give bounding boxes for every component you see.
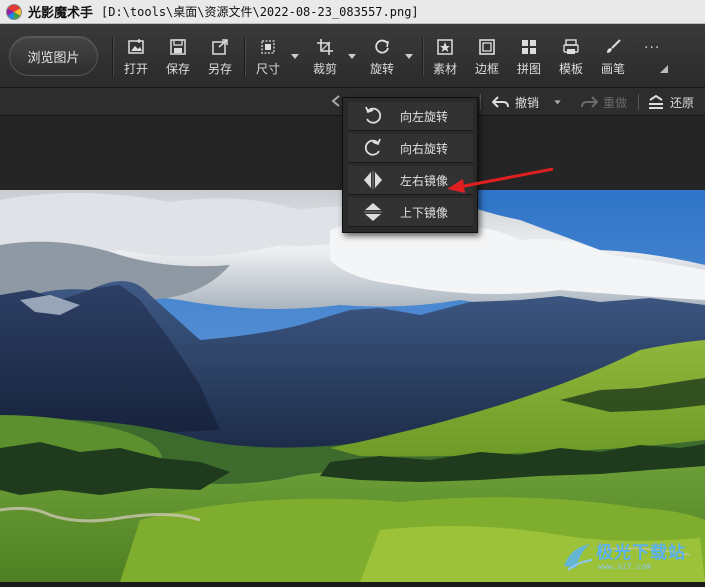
watermark: 极光下载站 www.xz7.com xyxy=(560,536,705,582)
chevron-left-icon[interactable] xyxy=(331,95,341,107)
toolbar-divider xyxy=(422,38,423,76)
undo-label: 撤销 xyxy=(515,95,540,110)
watermark-url: www.xz7.com xyxy=(598,562,651,571)
flip-horizontal-icon xyxy=(364,171,382,189)
flip-vertical-icon xyxy=(364,203,382,221)
crop-label: 裁剪 xyxy=(312,62,337,76)
restore-label: 还原 xyxy=(670,95,695,110)
collage-label: 拼图 xyxy=(516,62,541,76)
browse-images-button[interactable]: 浏览图片 xyxy=(9,36,98,76)
resize-button[interactable]: 尺寸 xyxy=(250,34,286,80)
save-label: 保存 xyxy=(165,62,190,76)
crop-dropdown-arrow-icon[interactable] xyxy=(347,51,357,61)
undo-dropdown-arrow-icon[interactable] xyxy=(553,98,562,106)
rotate-dropdown-arrow-icon[interactable] xyxy=(404,51,414,61)
watermark-logo-icon xyxy=(564,544,593,571)
save-button[interactable]: 保存 xyxy=(160,34,196,80)
material-button[interactable]: 素材 xyxy=(427,34,463,80)
border-button[interactable]: 边框 xyxy=(469,34,505,80)
restore-button[interactable]: 还原 xyxy=(647,93,694,111)
template-label: 模板 xyxy=(558,62,583,76)
expand-corner-icon[interactable] xyxy=(659,64,669,74)
open-button[interactable]: 打开 xyxy=(118,34,154,80)
undo-icon xyxy=(492,96,509,108)
app-logo-icon xyxy=(6,3,22,20)
template-icon xyxy=(563,39,579,54)
watermark-text: 极光下载站 xyxy=(596,543,686,563)
save-as-icon xyxy=(212,39,228,55)
crop-button[interactable]: 裁剪 xyxy=(307,34,343,80)
menu-item-rotate-right[interactable]: 向右旋转 xyxy=(348,134,473,163)
menu-item-label: 上下镜像 xyxy=(400,205,449,220)
rotate-label: 旋转 xyxy=(369,62,394,76)
menu-item-label: 向左旋转 xyxy=(400,109,449,124)
photo-canvas[interactable] xyxy=(0,190,705,582)
open-image-icon xyxy=(128,39,144,54)
landscape-photo xyxy=(0,190,705,582)
save-as-button[interactable]: 另存 xyxy=(202,34,238,80)
brush-label: 画笔 xyxy=(600,62,625,76)
collage-icon xyxy=(522,40,536,54)
toolbar-divider xyxy=(244,38,245,76)
resize-icon xyxy=(261,40,275,54)
resize-dropdown-arrow-icon[interactable] xyxy=(290,51,300,61)
open-label: 打开 xyxy=(123,62,148,76)
material-label: 素材 xyxy=(432,62,457,76)
status-strip xyxy=(0,582,705,587)
menu-item-flip-vertical[interactable]: 上下镜像 xyxy=(348,198,473,227)
redo-icon xyxy=(581,96,598,108)
save-as-label: 另存 xyxy=(207,62,232,76)
material-icon xyxy=(437,39,453,55)
menu-item-flip-horizontal[interactable]: 左右镜像 xyxy=(348,166,473,195)
undo-button[interactable]: 撤销 xyxy=(492,93,539,111)
menu-item-rotate-left[interactable]: 向左旋转 xyxy=(348,102,473,131)
rotate-dropdown-menu: 向左旋转 向右旋转 左右镜像 上下镜像 xyxy=(342,97,478,233)
main-toolbar: 浏览图片 打开 保存 另存 尺寸 裁剪 旋转 素材 边框 拼图 模板 画笔 ··… xyxy=(0,24,705,88)
collage-button[interactable]: 拼图 xyxy=(511,34,547,80)
rotate-right-icon xyxy=(364,138,381,156)
file-path: [D:\tools\桌面\资源文件\2022-08-23_083557.png] xyxy=(101,5,419,19)
menu-item-label: 向右旋转 xyxy=(400,141,449,156)
resize-label: 尺寸 xyxy=(255,62,280,76)
more-tools-button[interactable]: ··· xyxy=(644,40,660,56)
app-title: 光影魔术手 xyxy=(28,6,94,21)
save-icon xyxy=(170,39,186,55)
template-button[interactable]: 模板 xyxy=(553,34,589,80)
redo-button[interactable]: 重做 xyxy=(580,93,627,111)
brush-button[interactable]: 画笔 xyxy=(595,34,631,80)
border-label: 边框 xyxy=(474,62,499,76)
restore-icon xyxy=(649,95,663,109)
menu-item-label: 左右镜像 xyxy=(400,173,449,188)
border-icon xyxy=(479,39,495,55)
redo-label: 重做 xyxy=(603,95,628,110)
subbar-divider xyxy=(480,94,481,110)
rotate-button[interactable]: 旋转 xyxy=(364,34,400,80)
subbar-divider xyxy=(638,94,639,110)
brush-icon xyxy=(607,39,621,53)
toolbar-divider xyxy=(112,38,113,76)
rotate-left-icon xyxy=(365,106,382,124)
rotate-icon xyxy=(375,39,389,54)
title-bar: 光影魔术手 [D:\tools\桌面\资源文件\2022-08-23_08355… xyxy=(0,0,705,24)
crop-icon xyxy=(317,39,333,55)
